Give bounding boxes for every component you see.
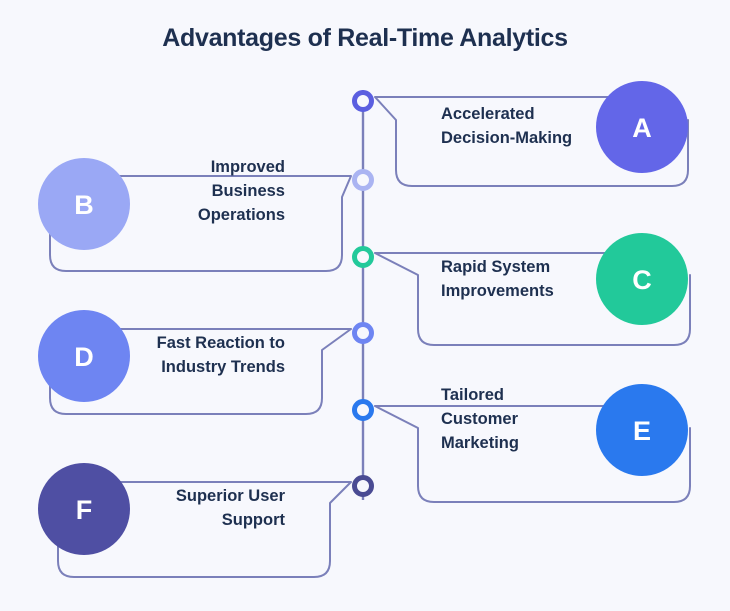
- callout-label-a: Accelerated Decision-Making: [441, 105, 573, 147]
- timeline-node-b[interactable]: [352, 169, 374, 191]
- badge-letter-text: B: [74, 190, 94, 220]
- callout-label-f: Superior User Support: [175, 487, 285, 529]
- callout-label-b: Improved Business Operations: [197, 158, 285, 224]
- diagram-canvas: A B C D E F: [38, 81, 691, 578]
- badge-letter-text: F: [76, 495, 93, 525]
- timeline-node-c[interactable]: [352, 246, 374, 268]
- badge-letter-text: E: [633, 416, 651, 446]
- infographic-root: Advantages of Real-Time Analytics ABCDEF…: [0, 0, 730, 611]
- badge-letter-text: C: [632, 265, 652, 295]
- timeline-node-d[interactable]: [352, 322, 374, 344]
- timeline-spine-group: [352, 90, 374, 500]
- timeline-node-f[interactable]: [352, 475, 374, 497]
- callout-label-d: Fast Reaction to Industry Trends: [156, 334, 285, 376]
- timeline-node-e[interactable]: [352, 399, 374, 421]
- callout-label-e: Tailored Customer Marketing: [441, 386, 519, 452]
- timeline-node-a[interactable]: [352, 90, 374, 112]
- badge-letter-text: D: [74, 342, 94, 372]
- callout-label-c: Rapid System Improvements: [441, 258, 554, 300]
- badge-letter-text: A: [632, 113, 652, 143]
